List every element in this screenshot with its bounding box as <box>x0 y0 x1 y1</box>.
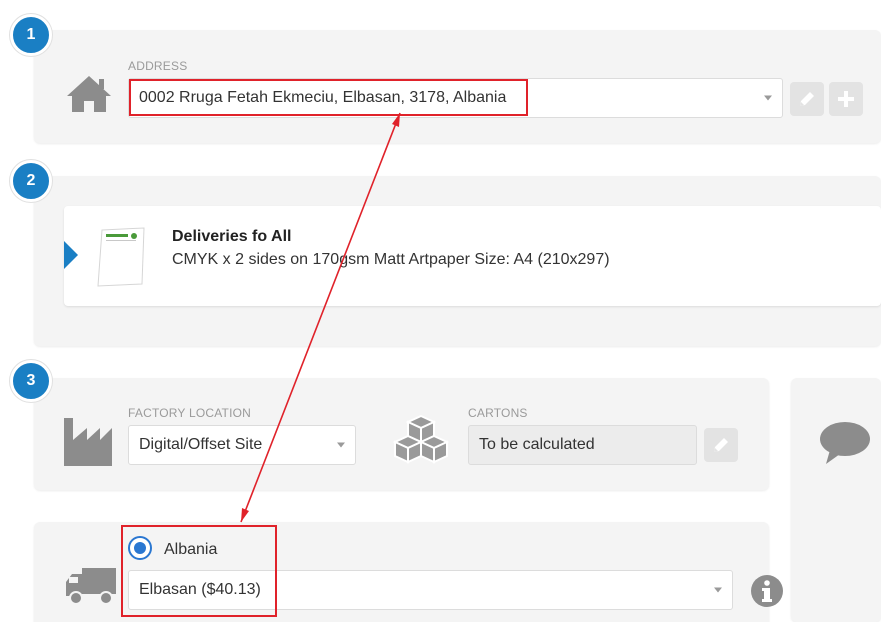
delivery-page: 1 ADDRESS 0002 Rruga Fetah Ekmeciu, Elba… <box>0 0 881 622</box>
connector-arrow <box>240 112 401 523</box>
